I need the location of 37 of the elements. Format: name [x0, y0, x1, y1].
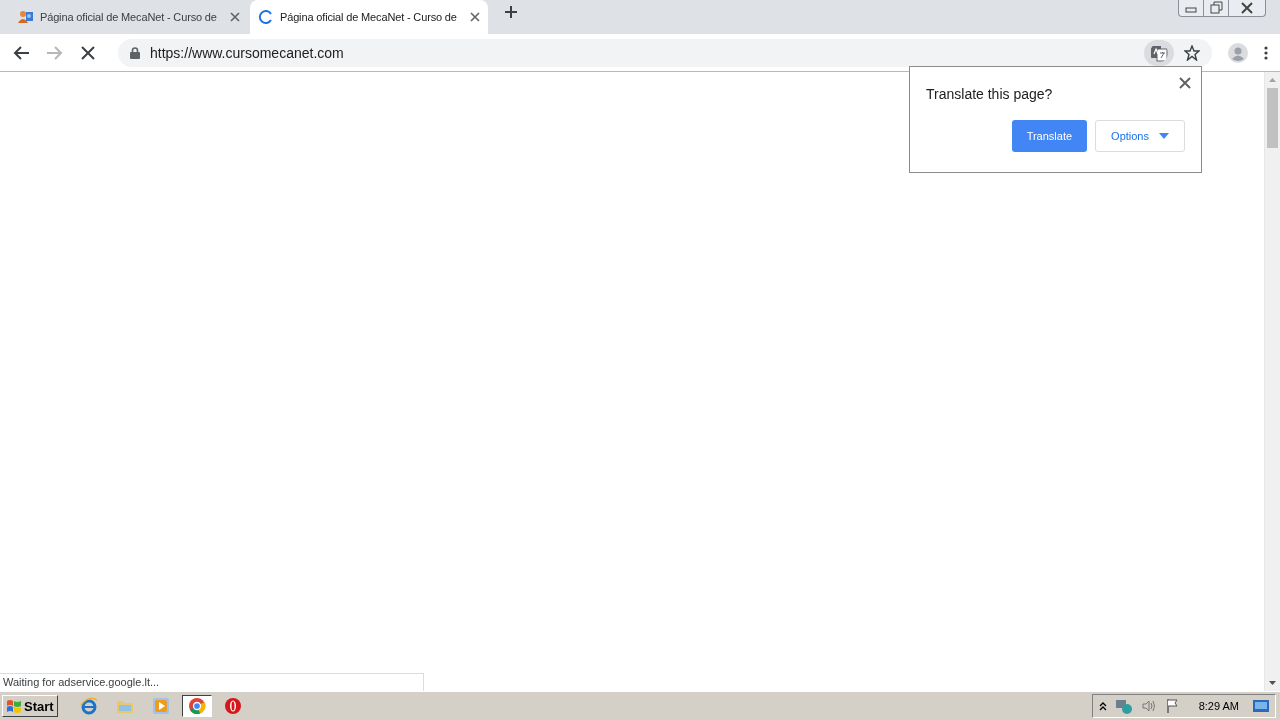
- speaker-icon[interactable]: [1140, 698, 1157, 714]
- address-bar[interactable]: https://www.cursomecanet.com: [118, 38, 1212, 67]
- caret-icon: [1159, 133, 1169, 139]
- windows-logo-icon: [6, 698, 22, 714]
- people-icon: [18, 9, 34, 25]
- opera-browser-icon[interactable]: [223, 697, 242, 715]
- chrome-browser-icon[interactable]: [187, 697, 206, 715]
- browser-tab[interactable]: Página oficial de MecaNet - Curso de: [10, 0, 248, 34]
- stop-icon[interactable]: [80, 44, 96, 61]
- menu-icon[interactable]: [1264, 44, 1268, 61]
- translate-button[interactable]: Translate: [1011, 120, 1088, 152]
- close-icon[interactable]: [1179, 77, 1191, 89]
- popup-title: Translate this page?: [926, 86, 1053, 102]
- scrollbar-thumb[interactable]: [1267, 88, 1278, 148]
- chevron-up-icon[interactable]: [1098, 701, 1107, 711]
- translate-icon[interactable]: [1144, 39, 1174, 66]
- clock-time[interactable]: 8:29 AM: [1198, 700, 1239, 712]
- new-tab-icon[interactable]: [504, 5, 518, 19]
- flag-icon[interactable]: [1164, 698, 1181, 714]
- loading-spinner-icon: [258, 9, 274, 25]
- options-dropdown[interactable]: Options: [1095, 120, 1185, 152]
- tab-title: Página oficial de MecaNet - Curso de: [40, 11, 218, 23]
- scroll-down-arrow-icon[interactable]: [1268, 679, 1277, 687]
- avatar-icon[interactable]: [1228, 42, 1248, 63]
- network-icon[interactable]: [1114, 698, 1133, 714]
- close-icon[interactable]: [230, 12, 240, 22]
- start-button[interactable]: Start: [2, 695, 58, 717]
- ie-browser-icon[interactable]: [79, 697, 98, 715]
- star-icon[interactable]: [1184, 44, 1200, 61]
- back-arrow-icon[interactable]: [12, 44, 30, 61]
- close-icon[interactable]: [470, 12, 480, 22]
- browser-tab[interactable]: Página oficial de MecaNet - Curso de: [250, 0, 488, 34]
- status-bubble: Waiting for adservice.google.lt...: [0, 673, 424, 691]
- lock-icon: [130, 46, 140, 59]
- tab-title: Página oficial de MecaNet - Curso de: [280, 11, 458, 23]
- url-text: https://www.cursomecanet.com: [150, 44, 345, 61]
- show-desktop-icon[interactable]: [1253, 699, 1269, 713]
